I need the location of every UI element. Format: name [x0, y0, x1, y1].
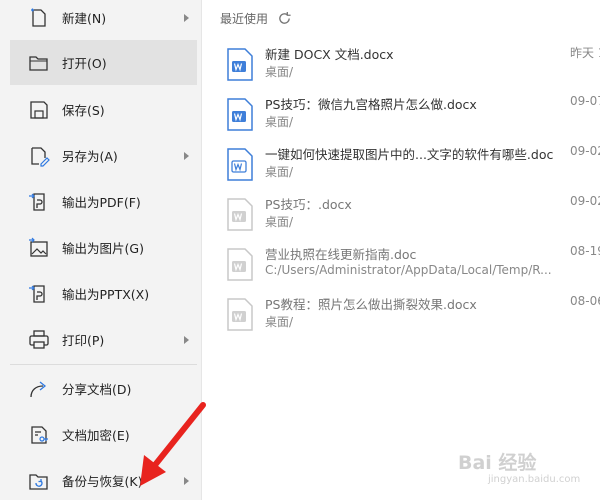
file-name: 一键如何快速提取图片中的...文字的软件有哪些.doc [265, 147, 554, 162]
menu-item-label: 打印(P) [62, 333, 105, 348]
file-path: 桌面/ [265, 115, 294, 129]
word-doc-missing-icon [227, 198, 253, 231]
file-path: C:/Users/Administrator/AppData/Local/Tem… [265, 263, 552, 277]
export-pptx-icon [26, 281, 52, 307]
recent-file-item[interactable]: 一键如何快速提取图片中的...文字的软件有哪些.doc 桌面/ 09-02 [220, 144, 600, 192]
refresh-icon[interactable] [277, 11, 293, 27]
watermark-sub: jingyan.baidu.com [488, 474, 581, 485]
menu-item-label: 保存(S) [62, 103, 105, 118]
menu-item-save[interactable]: 保存(S) [10, 87, 197, 132]
menu-item-label: 打开(O) [62, 56, 107, 71]
word-doc-icon [227, 98, 253, 131]
recent-file-item[interactable]: PS技巧：微信九宫格照片怎么做.docx 桌面/ 09-07 [220, 94, 600, 142]
file-date: 09-02 [570, 144, 600, 158]
open-folder-icon [26, 50, 52, 76]
file-date: 09-07 [570, 94, 600, 108]
save-icon [26, 97, 52, 123]
recent-file-item[interactable]: 新建 DOCX 文档.docx 桌面/ 昨天 1 [220, 44, 600, 92]
file-name: 营业执照在线更新指南.doc [265, 247, 417, 262]
menu-item-backup-restore[interactable]: 备份与恢复(K) [10, 458, 197, 503]
menu-item-open[interactable]: 打开(O) [10, 40, 197, 85]
save-as-icon [26, 143, 52, 169]
file-path: 桌面/ [265, 165, 294, 179]
encrypt-icon [26, 422, 52, 448]
menu-item-export-pdf[interactable]: 输出为PDF(F) [10, 179, 197, 224]
backup-restore-icon [26, 468, 52, 494]
file-name: 新建 DOCX 文档.docx [265, 47, 394, 62]
menu-item-label: 分享文档(D) [62, 382, 132, 397]
print-icon [26, 327, 52, 353]
submenu-arrow-icon [184, 13, 189, 22]
word-doc-missing-icon [227, 298, 253, 331]
word-doc-icon [227, 48, 253, 81]
submenu-arrow-icon [184, 151, 189, 160]
recent-file-item[interactable]: PS技巧：.docx 桌面/ 09-02 [220, 194, 600, 242]
file-path: 桌面/ [265, 215, 294, 229]
export-pdf-icon [26, 189, 52, 215]
file-path: 桌面/ [265, 315, 294, 329]
menu-item-share[interactable]: 分享文档(D) [10, 366, 197, 411]
recent-file-item[interactable]: PS教程：照片怎么做出撕裂效果.docx 桌面/ 08-06 [220, 294, 600, 342]
menu-item-label: 新建(N) [62, 11, 107, 26]
watermark: Bai 经验 [458, 452, 537, 474]
menu-item-save-as[interactable]: 另存为(A) [10, 133, 197, 178]
file-date: 08-19 [570, 244, 600, 258]
file-date: 09-02 [570, 194, 600, 208]
file-date: 昨天 1 [570, 46, 600, 60]
recent-header: 最近使用 [220, 10, 293, 27]
menu-divider [10, 364, 197, 365]
file-name: PS技巧：.docx [265, 197, 352, 212]
word-doc-icon [227, 148, 253, 181]
menu-item-label: 输出为PDF(F) [62, 195, 141, 210]
submenu-arrow-icon [184, 335, 189, 344]
file-name: PS教程：照片怎么做出撕裂效果.docx [265, 297, 477, 312]
menu-item-label: 文档加密(E) [62, 428, 130, 443]
menu-item-export-image[interactable]: 输出为图片(G) [10, 225, 197, 270]
recent-title: 最近使用 [220, 12, 269, 26]
word-doc-missing-icon [227, 248, 253, 281]
menu-item-label: 备份与恢复(K) [62, 474, 143, 489]
submenu-arrow-icon [184, 476, 189, 485]
file-path: 桌面/ [265, 65, 294, 79]
recent-file-item[interactable]: 营业执照在线更新指南.doc C:/Users/Administrator/Ap… [220, 244, 600, 292]
menu-item-new[interactable]: 新建(N) [10, 0, 197, 40]
menu-item-encrypt[interactable]: 文档加密(E) [10, 412, 197, 457]
new-icon [26, 5, 52, 31]
menu-item-label: 另存为(A) [62, 149, 118, 164]
menu-item-print[interactable]: 打印(P) [10, 317, 197, 362]
file-date: 08-06 [570, 294, 600, 308]
menu-item-label: 输出为图片(G) [62, 241, 144, 256]
file-menu: 新建(N) 打开(O) 保存(S) 另存为(A) 输出为PDF(F) 输出为图片… [0, 0, 202, 500]
share-icon [26, 376, 52, 402]
file-name: PS技巧：微信九宫格照片怎么做.docx [265, 97, 477, 112]
export-image-icon [26, 235, 52, 261]
menu-item-export-pptx[interactable]: 输出为PPTX(X) [10, 271, 197, 316]
menu-item-label: 输出为PPTX(X) [62, 287, 150, 302]
